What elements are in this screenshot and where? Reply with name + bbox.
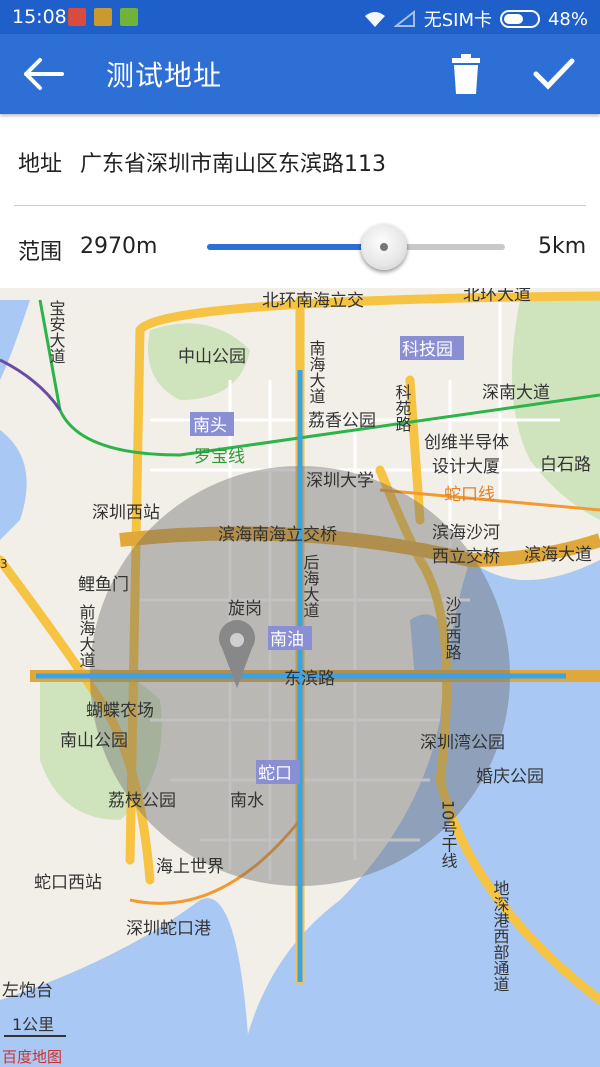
map-label: 蝴蝶农场 bbox=[86, 701, 154, 721]
map-label: 创维半导体 bbox=[424, 433, 509, 453]
battery-percent: 48% bbox=[547, 8, 588, 30]
map-label: 宝安大道 bbox=[47, 300, 66, 364]
map-label: 鲤鱼门 bbox=[78, 575, 129, 595]
map-label: 前海大道 bbox=[77, 604, 96, 668]
map-label: 中山公园 bbox=[178, 347, 246, 367]
check-icon bbox=[533, 58, 575, 90]
range-slider-thumb[interactable] bbox=[361, 224, 407, 270]
map-logo: 百度地图 bbox=[2, 1048, 62, 1066]
wifi-icon bbox=[364, 12, 385, 27]
map-label: 地深港西部通道 bbox=[491, 880, 510, 992]
trash-icon bbox=[452, 54, 480, 94]
battery-icon bbox=[499, 10, 540, 28]
map-label: 10号干线 bbox=[439, 800, 458, 868]
map-label: 3 bbox=[0, 557, 8, 571]
map-label: 海上世界 bbox=[156, 857, 224, 877]
map-label: 滨海沙河 bbox=[432, 523, 500, 543]
map-label: 深圳西站 bbox=[92, 503, 160, 523]
map-view[interactable]: 北环南海立交 北环大道 中山公园 科技园 南头 深南大道 荔香公园 创维半导体 … bbox=[0, 288, 600, 1067]
map-label: 旋岗 bbox=[228, 599, 262, 619]
map-label: 蛇口线 bbox=[444, 485, 495, 505]
map-label: 科苑路 bbox=[393, 384, 412, 432]
divider bbox=[14, 205, 586, 206]
map-label: 罗宝线 bbox=[194, 447, 245, 467]
app-bar: 测试地址 bbox=[0, 34, 600, 114]
delete-button[interactable] bbox=[438, 46, 494, 102]
map-label: 荔枝公园 bbox=[108, 791, 176, 811]
map-label: 设计大厦 bbox=[432, 457, 500, 477]
map-label: 北环南海立交 bbox=[262, 291, 364, 311]
range-slider[interactable] bbox=[207, 224, 505, 270]
map-label: 北环大道 bbox=[463, 288, 531, 305]
page-title: 测试地址 bbox=[106, 59, 223, 92]
map-label: 婚庆公园 bbox=[476, 767, 544, 787]
map-label: 南海大道 bbox=[307, 340, 326, 404]
map-label: 白石路 bbox=[540, 455, 591, 475]
signal-icon bbox=[393, 10, 415, 27]
back-button[interactable] bbox=[16, 46, 72, 102]
range-value: 2970m bbox=[80, 234, 158, 259]
map-label: 深圳大学 bbox=[306, 471, 374, 491]
map-label: 深圳湾公园 bbox=[420, 733, 505, 753]
carrier-text: 无SIM卡 bbox=[423, 10, 492, 31]
map-label: 滨海大道 bbox=[524, 545, 592, 565]
map-label: 荔香公园 bbox=[308, 411, 376, 431]
status-time: 15:08 bbox=[12, 6, 67, 28]
range-slider-fill bbox=[207, 244, 384, 250]
address-value[interactable]: 广东省深圳市南山区东滨路113 bbox=[80, 146, 386, 178]
arrow-left-icon bbox=[24, 58, 64, 90]
map-label: 西立交桥 bbox=[432, 547, 500, 567]
map-label: 蛇口 bbox=[258, 764, 292, 784]
range-max-label: 5km bbox=[538, 234, 587, 259]
map-label: 南油 bbox=[270, 630, 304, 650]
map-label: 南头 bbox=[193, 416, 227, 436]
map-canvas: 北环南海立交 北环大道 中山公园 科技园 南头 深南大道 荔香公园 创维半导体 … bbox=[0, 288, 600, 1067]
map-label: 后海大道 bbox=[301, 554, 320, 618]
map-label: 深圳蛇口港 bbox=[126, 919, 211, 939]
address-label: 地址 bbox=[18, 152, 63, 177]
map-label: 科技园 bbox=[402, 340, 453, 360]
status-right: 无SIM卡 48% bbox=[364, 6, 588, 32]
notification-icon bbox=[68, 8, 86, 26]
map-label: 南山公园 bbox=[60, 731, 128, 751]
map-label: 深南大道 bbox=[482, 383, 550, 403]
map-label: 东滨路 bbox=[284, 669, 335, 689]
confirm-button[interactable] bbox=[526, 46, 582, 102]
map-label: 沙河西路 bbox=[443, 596, 462, 660]
scale-label: 1公里 bbox=[12, 1015, 54, 1034]
range-label: 范围 bbox=[18, 240, 63, 265]
map-label: 左炮台 bbox=[2, 981, 53, 1001]
map-label: 南水 bbox=[230, 791, 264, 811]
status-bar: 15:08 无SIM卡 48% bbox=[0, 0, 600, 34]
notification-icon bbox=[120, 8, 138, 26]
map-label: 滨海南海立交桥 bbox=[218, 525, 337, 545]
notification-icon bbox=[94, 8, 112, 26]
map-label: 蛇口西站 bbox=[34, 873, 102, 893]
